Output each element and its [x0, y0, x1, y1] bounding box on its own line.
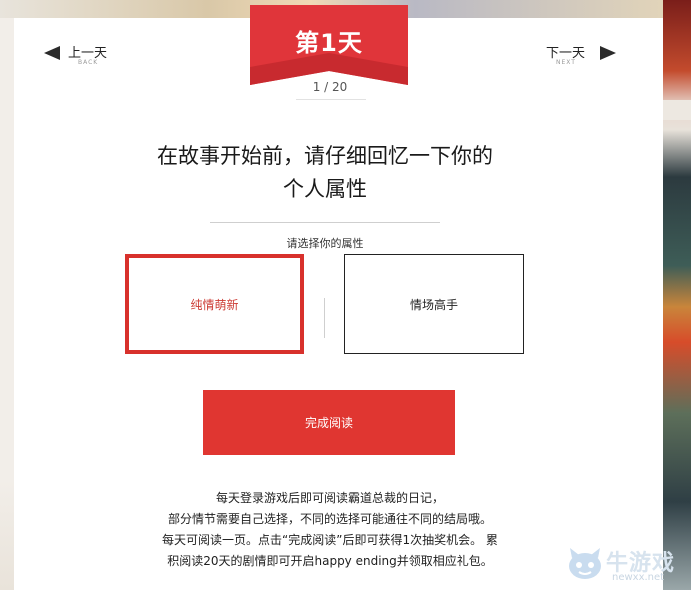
option-innocent-newbie[interactable]: 纯情萌新 — [125, 254, 304, 354]
description-line-3: 每天可阅读一页。点击“完成阅读”后即可获得1次抽奖机会。 累 — [162, 533, 498, 547]
background-art-strip — [663, 100, 691, 120]
option-love-expert[interactable]: 情场高手 — [344, 254, 524, 354]
next-day-sublabel: NEXT — [556, 59, 576, 66]
counter-divider — [296, 99, 366, 100]
description-line-2: 部分情节需要自己选择，不同的选择可能通往不同的结局哦。 — [167, 512, 492, 526]
finish-reading-button[interactable]: 完成阅读 — [203, 390, 455, 455]
question-line-2: 个人属性 — [283, 177, 367, 201]
triangle-right-icon — [600, 46, 616, 60]
mascot-icon — [569, 548, 601, 579]
question-instruction: 请选择你的属性 — [286, 237, 364, 250]
page-counter: 1 / 20 — [312, 80, 348, 94]
background-art-right — [663, 0, 691, 590]
option-label: 纯情萌新 — [190, 297, 239, 312]
prev-day-sublabel: BACK — [78, 59, 99, 66]
watermark-url: newxx.net — [612, 572, 665, 583]
option-label: 情场高手 — [409, 297, 458, 312]
event-description: 每天登录游戏后即可阅读霸道总裁的日记， 部分情节需要自己选择，不同的选择可能通往… — [120, 488, 540, 572]
description-line-1: 每天登录游戏后即可阅读霸道总裁的日记， — [215, 491, 444, 505]
question-heading: 在故事开始前，请仔细回忆一下你的 个人属性 — [110, 140, 540, 206]
description-line-4: 积阅读20天的剧情即可开启happy ending并领取相应礼包。 — [167, 554, 493, 568]
option-separator — [324, 298, 325, 338]
question-divider — [210, 222, 440, 223]
day-ribbon: 第1天 — [250, 5, 408, 87]
day-title: 第1天 — [295, 29, 363, 57]
triangle-left-icon — [44, 46, 60, 60]
question-line-1: 在故事开始前，请仔细回忆一下你的 — [157, 144, 493, 168]
